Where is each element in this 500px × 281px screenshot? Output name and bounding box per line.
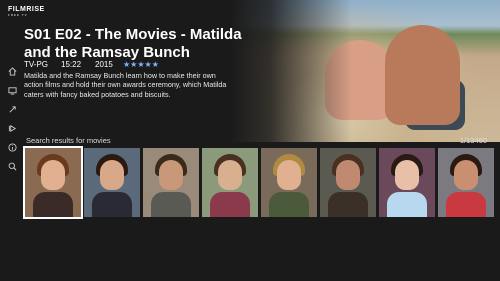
hero-image [230,0,500,142]
search-icon[interactable] [7,161,17,171]
hero-figure-man [385,25,460,125]
thumbnail-figure-face [159,160,183,190]
thumbnail-figure-body [269,192,309,217]
star-rating: ★★★★★ [123,60,159,69]
episode-meta: TV-PG 15:22 2015 ★★★★★ [24,60,159,69]
episode-duration: 15:22 [61,60,82,69]
result-thumbnail[interactable] [143,148,199,217]
thumbnail-figure-body [446,192,486,217]
play-icon[interactable] [7,123,17,133]
search-results-label: Search results for movies [26,136,111,145]
thumbnail-figure-face [454,160,478,190]
hero-figure-shirt [405,80,465,130]
episode-description: Matilda and the Ramsay Bunch learn how t… [24,71,227,99]
sidebar-nav [6,66,18,171]
results-row [23,146,494,219]
thumbnail-figure-body [151,192,191,217]
result-thumbnail[interactable] [379,148,435,217]
thumbnail-figure-body [92,192,132,217]
result-thumbnail[interactable] [202,148,258,217]
episode-year: 2015 [95,60,113,69]
result-thumbnail[interactable] [320,148,376,217]
thumbnail-figure-face [41,160,65,190]
thumbnail-figure-body [328,192,368,217]
thumbnail-figure-face [218,160,242,190]
results-count: 1/13460 [459,136,487,145]
brand-sub: FREE TV [8,13,28,17]
thumbnail-figure-body [33,192,73,217]
hero-figure-girl [325,40,395,120]
thumbnail-figure-face [336,160,360,190]
result-thumbnail[interactable] [438,148,494,217]
brand-logo: FILMRISE FREE TV [8,6,45,17]
thumbnail-figure-face [100,160,124,190]
brand-name: FILMRISE [8,6,45,13]
thumbnail-figure-face [277,160,301,190]
result-thumbnail[interactable] [23,146,83,219]
thumbnail-figure-body [387,192,427,217]
thumbnail-figure-body [210,192,250,217]
thumbnail-figure-face [395,160,419,190]
home-icon[interactable] [7,66,17,76]
episode-title: S01 E02 - The Movies - Matilda and the R… [24,26,242,61]
info-icon[interactable] [7,142,17,152]
link-icon[interactable] [7,104,17,114]
content-rating: TV-PG [24,60,49,69]
result-thumbnail[interactable] [261,148,317,217]
tv-icon[interactable] [7,85,17,95]
result-thumbnail[interactable] [84,148,140,217]
